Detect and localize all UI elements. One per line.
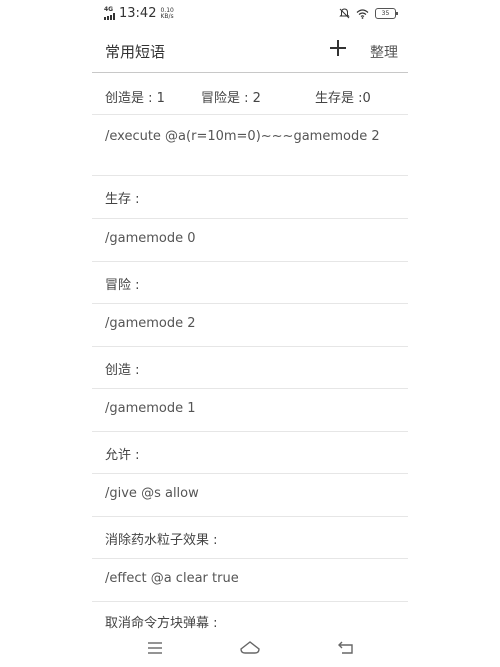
phrase-text: /gamemode 2 — [105, 316, 196, 331]
back-icon[interactable] — [336, 639, 356, 657]
phrase-item[interactable]: 允许 : — [92, 431, 408, 473]
phrase-item[interactable]: /gamemode 0 — [92, 218, 408, 261]
speed-unit: KB/s — [160, 12, 174, 20]
status-left: 4G 13:42 0.10 KB/s — [104, 6, 174, 21]
organize-button[interactable]: 整理 — [370, 42, 398, 62]
wifi-icon — [356, 8, 369, 19]
phrase-text: /effect @a clear true — [105, 571, 239, 586]
phrase-item[interactable]: 创造 : — [92, 346, 408, 388]
phrase-item[interactable]: 冒险 : — [92, 261, 408, 303]
phrase-list: /execute @a(r=10m=0)~~~gamemode 2 生存 : /… — [92, 114, 408, 631]
phrase-text: /execute @a(r=10m=0)~~~gamemode 2 — [105, 129, 380, 144]
phrase-item[interactable]: 消除药水粒子效果 : — [92, 516, 408, 558]
phrase-item[interactable]: /gamemode 1 — [92, 388, 408, 431]
signal-indicator: 4G — [104, 7, 115, 20]
plus-icon[interactable] — [326, 36, 350, 60]
signal-bars-icon — [104, 13, 115, 20]
status-right: 35 — [339, 8, 398, 19]
page-title: 常用短语 — [105, 43, 166, 61]
mode-summary: 创造是 : 1 冒险是 : 2 生存是 :0 — [0, 84, 500, 108]
battery-level: 35 — [381, 10, 390, 17]
phrase-text: /gamemode 0 — [105, 231, 196, 246]
phrase-text: /gamemode 1 — [105, 401, 196, 416]
stat-survival: 生存是 :0 — [315, 91, 371, 106]
phrase-text: 冒险 : — [105, 278, 140, 293]
phrase-item[interactable]: /execute @a(r=10m=0)~~~gamemode 2 — [92, 114, 408, 175]
phrase-item[interactable]: /gamemode 2 — [92, 303, 408, 346]
stat-adventure: 冒险是 : 2 — [201, 91, 261, 106]
phrase-item[interactable]: 生存 : — [92, 175, 408, 218]
phrase-text: 允许 : — [105, 448, 140, 463]
app-bar: 常用短语 整理 — [0, 30, 500, 72]
navigation-bar — [0, 630, 500, 667]
clock: 13:42 — [119, 6, 157, 21]
divider — [92, 72, 408, 73]
stat-creative: 创造是 : 1 — [105, 91, 165, 106]
phrase-item[interactable]: /give @s allow — [92, 473, 408, 516]
phrase-text: 取消命令方块弹幕 : — [105, 616, 218, 631]
phrase-text: /give @s allow — [105, 486, 199, 501]
home-icon[interactable] — [240, 639, 260, 657]
battery-icon: 35 — [375, 8, 398, 19]
menu-icon[interactable] — [145, 639, 165, 657]
phrase-text: 消除药水粒子效果 : — [105, 533, 218, 548]
phrase-item[interactable]: /effect @a clear true — [92, 558, 408, 601]
status-bar: 4G 13:42 0.10 KB/s 35 — [0, 0, 500, 30]
phrase-text: 生存 : — [105, 192, 140, 207]
mute-icon — [339, 8, 350, 19]
phrase-item[interactable]: 取消命令方块弹幕 : — [92, 601, 408, 631]
phrase-text: 创造 : — [105, 363, 140, 378]
network-speed: 0.10 KB/s — [160, 7, 174, 20]
